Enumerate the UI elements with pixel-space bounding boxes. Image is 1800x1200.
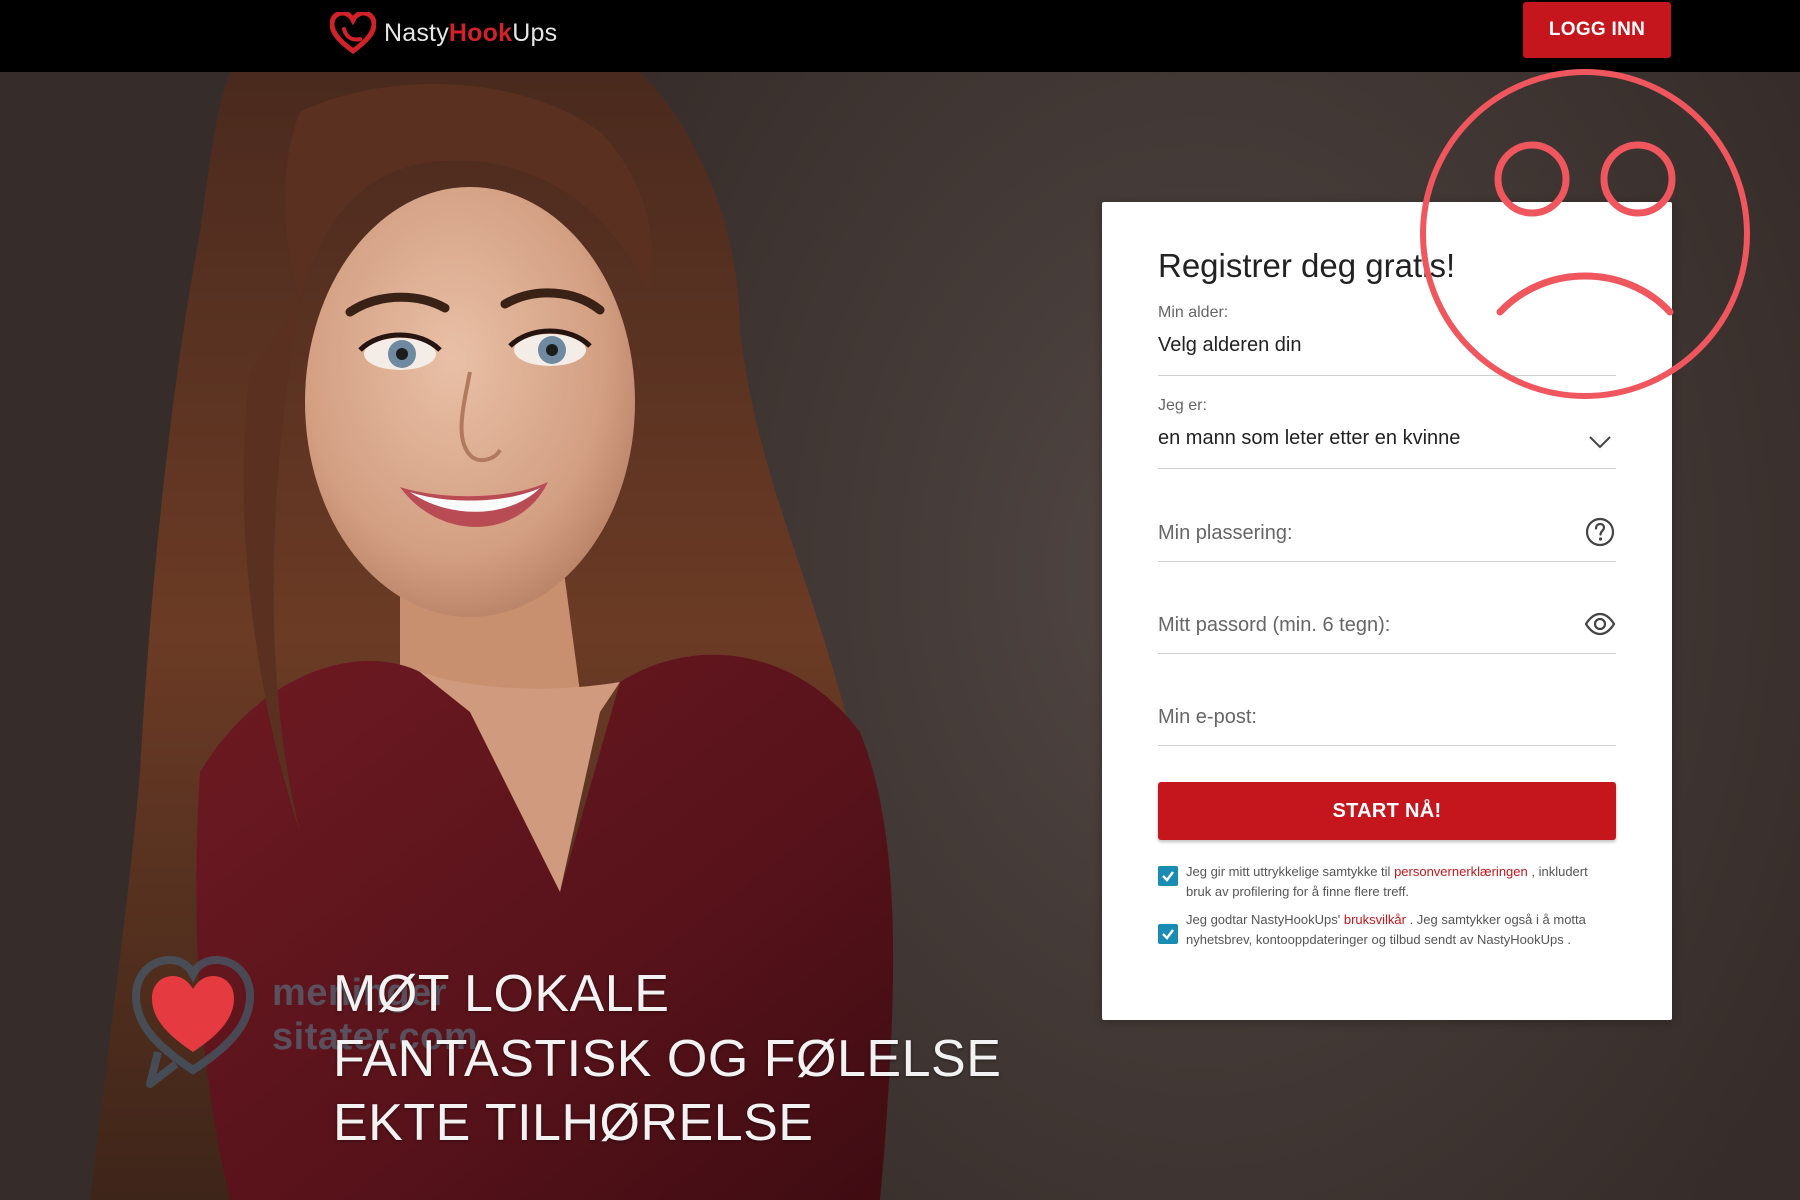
logo-word-nasty: Nasty: [384, 18, 449, 47]
location-placeholder: Min plassering:: [1158, 522, 1293, 544]
logo-wordmark: NastyHookUps: [384, 19, 557, 48]
registration-form: Registrer deg gratis! Min alder: Velg al…: [1102, 202, 1672, 1020]
privacy-consent: Jeg gir mitt uttrykkelige samtykke til p…: [1158, 862, 1608, 902]
privacy-policy-link[interactable]: personvernerklæringen: [1394, 864, 1528, 879]
checkmark-icon: [1162, 929, 1174, 940]
login-button[interactable]: LOGG INN: [1523, 2, 1671, 58]
site-logo[interactable]: NastyHookUps: [330, 10, 557, 56]
email-input[interactable]: Min e-post:: [1158, 686, 1616, 746]
gender-select[interactable]: Jeg er: en mann som leter etter en kvinn…: [1158, 397, 1616, 469]
terms-consent-checkbox[interactable]: [1158, 924, 1178, 944]
tagline-line1: MØT LOKALE: [333, 965, 670, 1023]
tagline-line2: FANTASTISK OG FØLELSE: [333, 1030, 1002, 1088]
age-value: Velg alderen din: [1158, 334, 1302, 356]
form-title: Registrer deg gratis!: [1158, 247, 1456, 284]
help-question-icon[interactable]: [1584, 516, 1616, 548]
privacy-consent-checkbox[interactable]: [1158, 866, 1178, 886]
terms-consent-text: Jeg godtar NastyHookUps' bruksvilkår . J…: [1186, 910, 1608, 950]
password-placeholder: Mitt passord (min. 6 tegn):: [1158, 614, 1391, 636]
logo-word-hook: Hook: [448, 18, 513, 47]
gender-label: Jeg er:: [1158, 397, 1207, 414]
password-input[interactable]: Mitt passord (min. 6 tegn):: [1158, 594, 1616, 654]
gender-value: en mann som leter etter en kvinne: [1158, 427, 1461, 449]
age-label: Min alder:: [1158, 304, 1229, 321]
privacy-consent-text-pre: Jeg gir mitt uttrykkelige samtykke til: [1186, 864, 1395, 879]
checkmark-icon: [1162, 871, 1174, 882]
terms-consent-text-pre: Jeg godtar NastyHookUps': [1186, 912, 1344, 927]
email-placeholder: Min e-post:: [1158, 706, 1257, 728]
heart-logo-icon: [330, 12, 376, 54]
watermark-heart-icon: [131, 955, 255, 1088]
terms-link[interactable]: bruksvilkår: [1344, 912, 1406, 927]
terms-consent: Jeg godtar NastyHookUps' bruksvilkår . J…: [1158, 910, 1608, 950]
location-input[interactable]: Min plassering:: [1158, 502, 1616, 562]
eye-icon[interactable]: [1584, 608, 1616, 640]
top-navigation-bar: NastyHookUps LOGG INN: [0, 0, 1800, 72]
hero-section: meninger sitater.com MØT LOKALE FANTASTI…: [0, 72, 1800, 1200]
age-select[interactable]: Min alder: Velg alderen din: [1158, 304, 1616, 376]
chevron-down-icon: [1589, 436, 1611, 449]
privacy-consent-text: Jeg gir mitt uttrykkelige samtykke til p…: [1186, 862, 1608, 902]
start-button[interactable]: START NÅ!: [1158, 782, 1616, 840]
tagline-line3: EKTE TILHØRELSE: [333, 1094, 814, 1152]
logo-word-ups: Ups: [512, 18, 558, 47]
